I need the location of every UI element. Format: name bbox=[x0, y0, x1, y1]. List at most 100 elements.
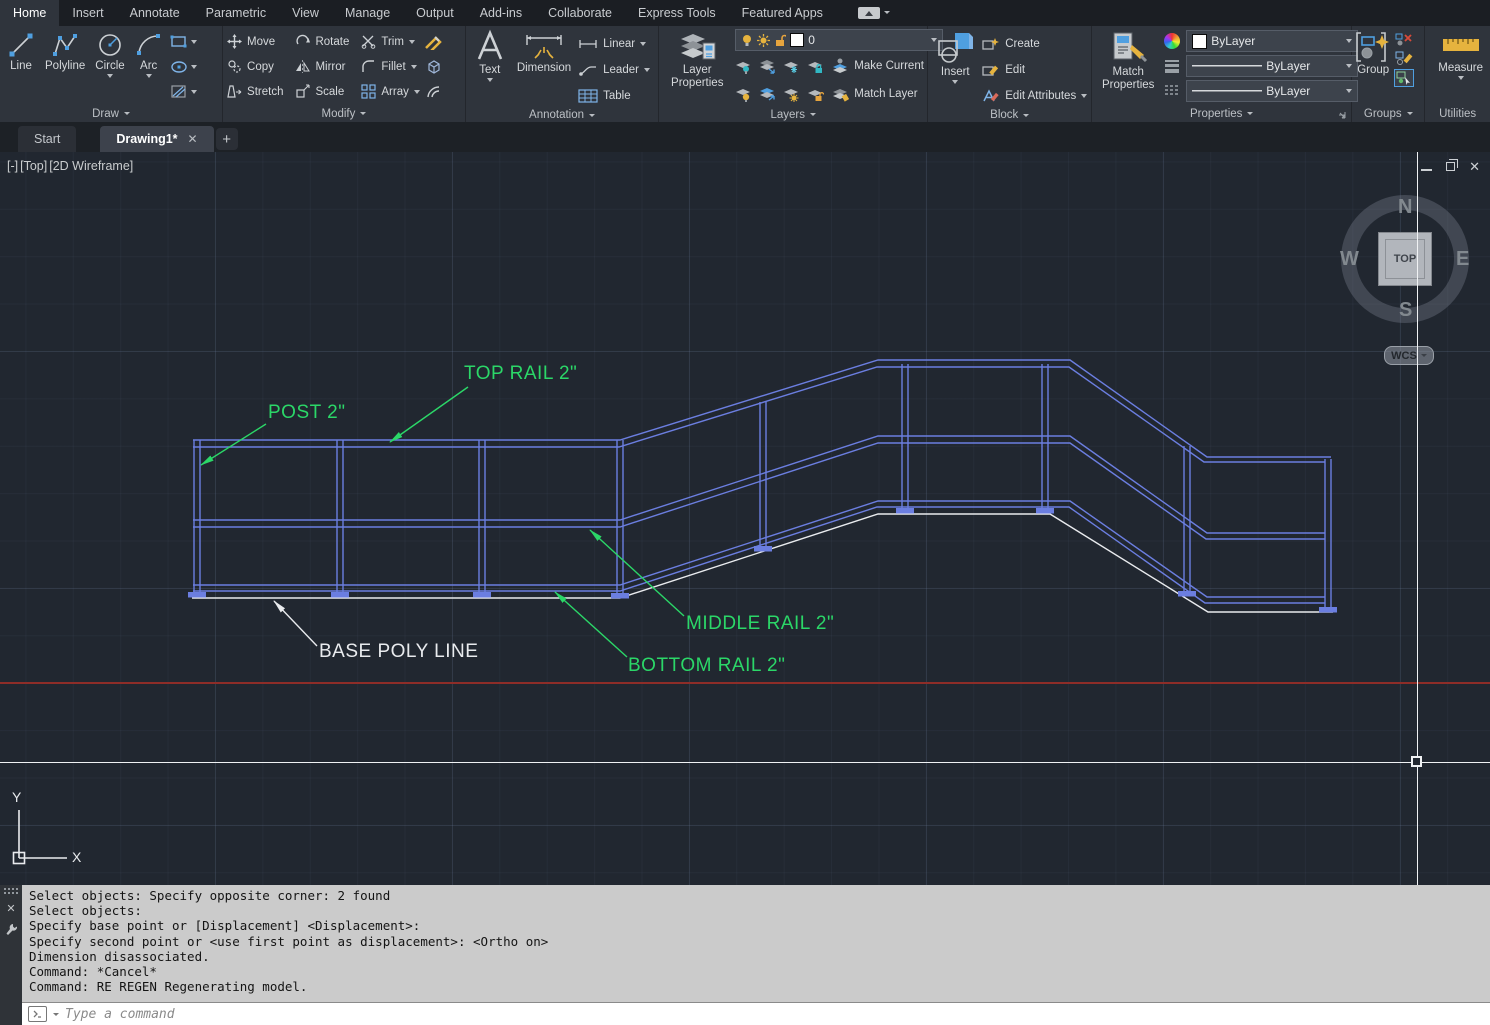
tab-collaborate[interactable]: Collaborate bbox=[535, 0, 625, 26]
rectangle-dropdown-caret-icon[interactable] bbox=[191, 40, 197, 44]
array-button[interactable]: Array bbox=[361, 79, 419, 104]
ellipse-dropdown-caret-icon[interactable] bbox=[191, 65, 197, 69]
fillet-dropdown-caret-icon[interactable] bbox=[411, 65, 417, 69]
text-button[interactable]: Text bbox=[470, 29, 510, 84]
cad-text-base-poly-line[interactable]: BASE POLY LINE bbox=[319, 641, 478, 663]
linetype-combo[interactable]: ByLayer bbox=[1186, 80, 1358, 102]
layer-select-combo[interactable]: 0 bbox=[735, 29, 943, 51]
cad-text-top-rail[interactable]: TOP RAIL 2" bbox=[464, 363, 577, 385]
scale-button[interactable]: Scale bbox=[295, 79, 349, 104]
edit-block-button[interactable]: Edit bbox=[982, 57, 1087, 82]
move-button[interactable]: Move bbox=[227, 29, 283, 54]
create-block-button[interactable]: Create bbox=[982, 31, 1087, 56]
group-selection-toggle-icon[interactable] bbox=[1394, 69, 1414, 87]
group-button[interactable]: Group bbox=[1354, 29, 1392, 79]
tab-annotate[interactable]: Annotate bbox=[117, 0, 193, 26]
copy-button[interactable]: Copy bbox=[227, 54, 283, 79]
stretch-button[interactable]: Stretch bbox=[227, 79, 283, 104]
trim-dropdown-caret-icon[interactable] bbox=[409, 40, 415, 44]
model-space-canvas[interactable]: TOP RAIL 2" POST 2" MIDDLE RAIL 2" BOTTO… bbox=[0, 152, 1490, 885]
viewport-visual-style-control[interactable]: [2D Wireframe] bbox=[49, 159, 133, 173]
customize-wrench-icon[interactable] bbox=[5, 923, 17, 936]
utilities-panel-label[interactable]: Utilities bbox=[1425, 105, 1490, 122]
arc-button[interactable]: Arc bbox=[132, 29, 166, 80]
array-dropdown-caret-icon[interactable] bbox=[414, 90, 420, 94]
restore-drawing-icon[interactable] bbox=[1446, 162, 1455, 171]
arc-dropdown-caret-icon[interactable] bbox=[146, 74, 152, 78]
block-panel-label[interactable]: Block bbox=[928, 108, 1091, 122]
offset-button[interactable] bbox=[424, 81, 442, 103]
file-tab-drawing1[interactable]: Drawing1* ✕ bbox=[100, 126, 213, 152]
linear-dimension-button[interactable]: Linear bbox=[578, 31, 650, 56]
tab-parametric[interactable]: Parametric bbox=[193, 0, 279, 26]
circle-dropdown-caret-icon[interactable] bbox=[107, 74, 113, 78]
line-button[interactable]: Line bbox=[4, 29, 38, 75]
trim-button[interactable]: Trim bbox=[361, 29, 419, 54]
table-button[interactable]: Table bbox=[578, 83, 650, 108]
tab-featured-apps[interactable]: Featured Apps bbox=[729, 0, 836, 26]
properties-panel-label[interactable]: Properties bbox=[1092, 105, 1351, 122]
explode-button[interactable] bbox=[424, 56, 442, 78]
group-edit-icon[interactable] bbox=[1394, 51, 1414, 65]
red-axis-line[interactable] bbox=[0, 682, 1490, 684]
tab-express-tools[interactable]: Express Tools bbox=[625, 0, 729, 26]
tab-home[interactable]: Home bbox=[0, 0, 59, 26]
layer-off-icon[interactable] bbox=[735, 87, 752, 102]
hatch-dropdown-caret-icon[interactable] bbox=[191, 90, 197, 94]
ribbon-minimize-caret-icon[interactable] bbox=[884, 11, 890, 14]
ungroup-icon[interactable] bbox=[1394, 33, 1414, 47]
dimension-button[interactable]: Dimension bbox=[514, 29, 574, 77]
layer-match-arrow-icon[interactable] bbox=[759, 87, 776, 102]
viewcube-top-face[interactable]: TOP bbox=[1378, 232, 1432, 286]
tab-manage[interactable]: Manage bbox=[332, 0, 403, 26]
insert-block-button[interactable]: Insert bbox=[932, 29, 978, 86]
viewport-menu-control[interactable]: [-] bbox=[7, 159, 18, 173]
layer-thaw-all-icon[interactable] bbox=[783, 87, 800, 102]
cad-text-post[interactable]: POST 2" bbox=[268, 402, 345, 424]
cad-drawing[interactable] bbox=[0, 152, 1490, 885]
layer-properties-button[interactable]: Layer Properties bbox=[663, 29, 731, 92]
tab-view[interactable]: View bbox=[279, 0, 332, 26]
recent-commands-caret-icon[interactable] bbox=[53, 1013, 59, 1016]
rotate-button[interactable]: Rotate bbox=[295, 29, 349, 54]
lineweight-combo[interactable]: ByLayer bbox=[1186, 55, 1358, 77]
match-properties-button[interactable]: Match Properties bbox=[1096, 29, 1160, 94]
command-window-grip[interactable] bbox=[3, 887, 19, 894]
rectangle-tool-button[interactable] bbox=[170, 31, 197, 53]
wcs-dropdown[interactable]: WCS bbox=[1384, 346, 1434, 365]
cad-text-middle-rail[interactable]: MIDDLE RAIL 2" bbox=[686, 613, 834, 635]
edit-attributes-caret-icon[interactable] bbox=[1081, 94, 1087, 98]
layers-panel-label[interactable]: Layers bbox=[659, 107, 927, 122]
erase-button[interactable] bbox=[424, 31, 442, 53]
modify-panel-label[interactable]: Modify bbox=[223, 105, 465, 122]
tab-output[interactable]: Output bbox=[403, 0, 467, 26]
layer-unisolate-icon[interactable] bbox=[759, 59, 776, 74]
leader-dropdown-caret-icon[interactable] bbox=[644, 68, 650, 72]
measure-button[interactable]: Measure bbox=[1435, 29, 1486, 82]
edit-attributes-button[interactable]: Edit Attributes bbox=[982, 83, 1087, 108]
file-tab-close-icon[interactable]: ✕ bbox=[188, 132, 198, 146]
groups-panel-label[interactable]: Groups bbox=[1352, 105, 1424, 122]
properties-expander-icon[interactable] bbox=[1338, 111, 1346, 119]
annotation-panel-label[interactable]: Annotation bbox=[466, 108, 658, 122]
leader-button[interactable]: Leader bbox=[578, 57, 650, 82]
viewcube-west[interactable]: W bbox=[1340, 248, 1359, 271]
minimize-ribbon-button[interactable] bbox=[858, 7, 880, 19]
viewcube-east[interactable]: E bbox=[1456, 248, 1469, 271]
hatch-tool-button[interactable] bbox=[170, 81, 197, 103]
layer-unlock-all-icon[interactable] bbox=[807, 87, 824, 102]
viewcube-north[interactable]: N bbox=[1398, 196, 1412, 219]
tab-add-ins[interactable]: Add-ins bbox=[467, 0, 535, 26]
fillet-button[interactable]: Fillet bbox=[361, 54, 419, 79]
text-dropdown-caret-icon[interactable] bbox=[487, 78, 493, 82]
polyline-button[interactable]: Polyline bbox=[42, 29, 88, 75]
layer-lock-icon[interactable] bbox=[807, 59, 824, 74]
make-current-button[interactable]: Make Current bbox=[831, 54, 924, 79]
viewport-view-control[interactable]: [Top] bbox=[20, 159, 47, 173]
measure-dropdown-caret-icon[interactable] bbox=[1458, 76, 1464, 80]
circle-button[interactable]: Circle bbox=[92, 29, 127, 80]
mirror-button[interactable]: Mirror bbox=[295, 54, 349, 79]
linear-dropdown-caret-icon[interactable] bbox=[640, 42, 646, 46]
new-drawing-tab-button[interactable]: + bbox=[216, 128, 238, 150]
command-input[interactable]: Type a command bbox=[22, 1002, 1490, 1025]
